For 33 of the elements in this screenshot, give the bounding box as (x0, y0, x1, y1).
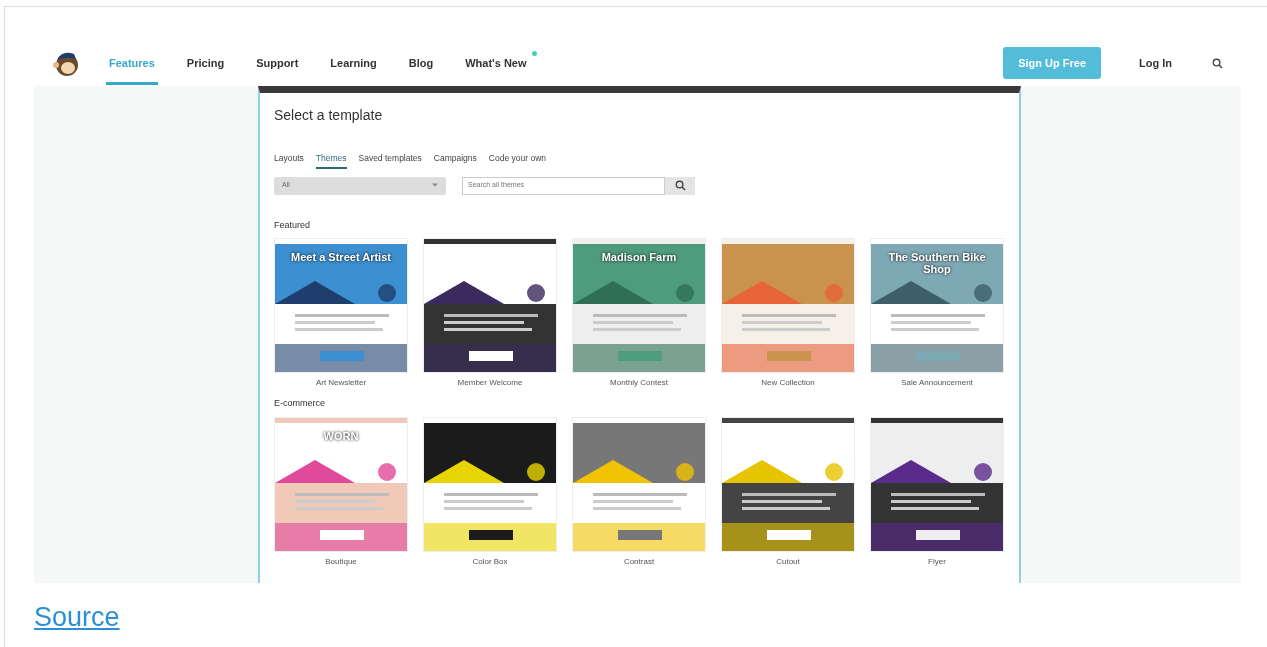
template-headline: WORN (322, 429, 360, 442)
caret-icon (432, 181, 438, 188)
template-headline: Madison Farm (600, 251, 678, 264)
search-icon (674, 180, 686, 192)
template-name: Member Welcome (456, 377, 524, 390)
template-name: Art Newsletter (314, 377, 368, 390)
source-link[interactable]: Source (34, 597, 120, 638)
nav-link[interactable]: Pricing (183, 40, 228, 86)
tab[interactable]: Saved templates (358, 151, 422, 169)
tab[interactable]: Layouts (274, 151, 304, 169)
template-name: Flyer (927, 555, 947, 568)
section-title: Featured (274, 218, 312, 232)
tab[interactable]: Code your own (488, 151, 546, 169)
template-name: Cutout (775, 555, 801, 568)
template-headline: Meet a Street Artist (290, 251, 392, 264)
nav-link[interactable]: Blog (405, 40, 437, 86)
search-icon[interactable] (1212, 58, 1223, 70)
template-name: Color Box (471, 555, 509, 568)
search-button[interactable] (665, 176, 695, 195)
nav-link[interactable]: Support (253, 40, 302, 86)
template-name: Monthly Contest (609, 377, 669, 390)
template-name: Boutique (324, 555, 358, 568)
template-name: New Collection (760, 377, 816, 390)
template-headline: The Southern Bike Shop (887, 251, 987, 276)
template-name: Contrast (622, 555, 656, 568)
log-in-link[interactable]: Log In (1139, 54, 1172, 72)
template-name: Sale Announcement (900, 377, 974, 390)
section-title: E-commerce (274, 397, 326, 411)
tab[interactable]: Themes (315, 151, 347, 169)
nav-link[interactable]: Learning (327, 40, 380, 86)
nav-link[interactable]: What's New (462, 40, 530, 86)
panel-title: Select a template (274, 107, 384, 124)
tab[interactable]: Campaigns (433, 151, 477, 169)
